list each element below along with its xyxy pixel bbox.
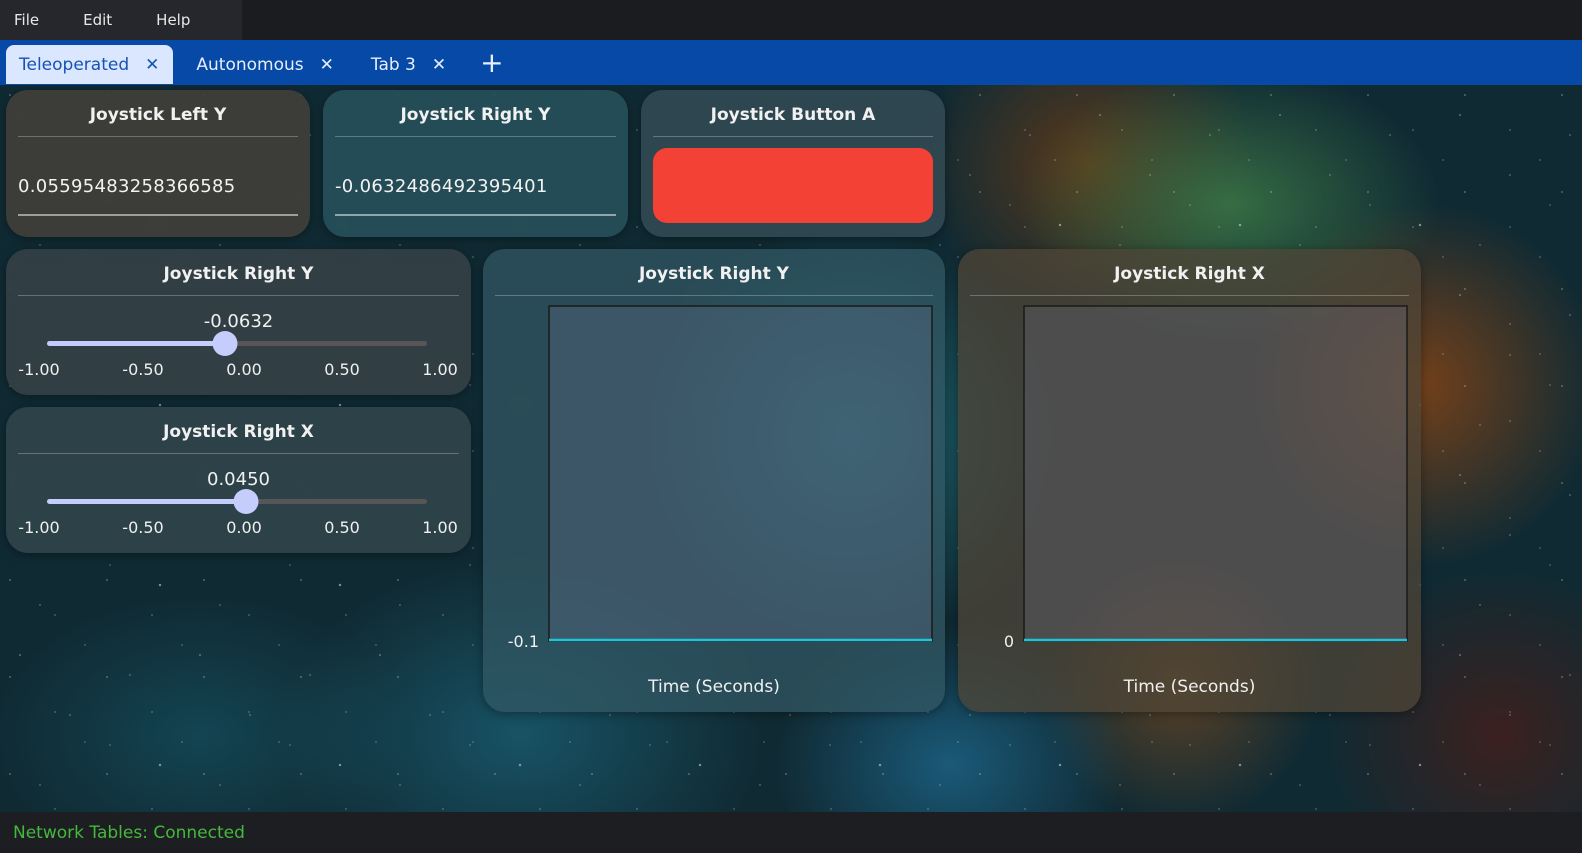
line-chart: 0 xyxy=(1004,305,1408,651)
connection-status: Network Tables: Connected xyxy=(13,822,245,843)
add-tab-icon[interactable]: + xyxy=(480,43,503,82)
tab-label: Teleoperated xyxy=(19,54,130,75)
slider-thumb[interactable] xyxy=(212,331,238,356)
slider-thumb[interactable] xyxy=(233,489,259,514)
close-icon[interactable]: ✕ xyxy=(145,55,159,75)
slider-tick-label: -0.50 xyxy=(122,518,164,537)
menu-bar: File Edit Help xyxy=(0,0,1582,40)
slider-tick-label: 1.00 xyxy=(422,360,458,379)
boolean-indicator xyxy=(653,148,933,223)
slider-track[interactable] xyxy=(47,489,427,514)
menu-file[interactable]: File xyxy=(0,11,39,29)
widget-title: Joystick Right Y xyxy=(163,264,314,284)
slider-ticks: -1.00 -0.50 0.00 0.50 1.00 xyxy=(6,518,471,538)
line-chart: -0.1 xyxy=(508,305,933,651)
divider xyxy=(18,295,459,296)
slider-tick-label: -0.50 xyxy=(122,360,164,379)
menu-edit[interactable]: Edit xyxy=(69,11,112,29)
close-icon[interactable]: ✕ xyxy=(432,55,446,75)
text-underline xyxy=(18,214,298,216)
x-axis-label: Time (Seconds) xyxy=(1123,677,1256,697)
slider-track[interactable] xyxy=(47,331,427,356)
y-tick-label: 0 xyxy=(1004,632,1014,651)
tab-teleoperated[interactable]: Teleoperated ✕ xyxy=(6,45,174,84)
divider xyxy=(653,136,933,137)
status-bar: Network Tables: Connected xyxy=(0,812,1582,853)
slider-value: -0.0632 xyxy=(203,311,274,332)
dashboard-canvas: Joystick Left Y 0.05595483258366585 Joys… xyxy=(0,85,1582,812)
widget-right-x-slider[interactable]: Joystick Right X 0.0450 -1.00 -0.50 0.00 0.… xyxy=(6,407,471,553)
slider-tick-label: -1.00 xyxy=(18,360,60,379)
text-display-value[interactable]: -0.0632486492395401 xyxy=(335,176,616,197)
widget-left-y-text[interactable]: Joystick Left Y 0.05595483258366585 xyxy=(6,90,310,237)
text-display-value[interactable]: 0.05595483258366585 xyxy=(18,176,298,197)
menu-group: File Edit Help xyxy=(0,0,243,40)
widget-right-y-text[interactable]: Joystick Right Y -0.0632486492395401 xyxy=(323,90,628,237)
menu-help[interactable]: Help xyxy=(142,11,190,29)
slider-tick-label: 0.50 xyxy=(324,518,360,537)
tab-label: Autonomous xyxy=(196,54,304,75)
divider xyxy=(18,136,298,137)
widget-right-y-slider[interactable]: Joystick Right Y -0.0632 -1.00 -0.50 0.00 0… xyxy=(6,249,471,395)
tab-label: Tab 3 xyxy=(370,54,416,75)
slider-tick-label: 1.00 xyxy=(422,518,458,537)
widget-button-a[interactable]: Joystick Button A xyxy=(641,90,945,237)
slider-ticks: -1.00 -0.50 0.00 0.50 1.00 xyxy=(6,360,471,380)
text-underline xyxy=(335,214,616,216)
slider-tick-label: 0.50 xyxy=(324,360,360,379)
widget-right-x-graph[interactable]: Joystick Right X 0 Time (Seconds) xyxy=(958,249,1421,712)
plot-area xyxy=(1023,305,1408,642)
divider xyxy=(18,453,459,454)
widget-title: Joystick Right Y xyxy=(400,105,551,125)
widget-title: Joystick Left Y xyxy=(89,105,227,125)
widget-right-y-graph[interactable]: Joystick Right Y -0.1 Time (Seconds) xyxy=(483,249,945,712)
slider-tick-label: 0.00 xyxy=(226,360,262,379)
slider-tick-label: -1.00 xyxy=(18,518,60,537)
widget-title: Joystick Button A xyxy=(710,105,876,125)
close-icon[interactable]: ✕ xyxy=(320,55,334,75)
x-axis-label: Time (Seconds) xyxy=(648,677,780,697)
divider xyxy=(335,136,616,137)
tab-bar: Teleoperated ✕ Autonomous ✕ Tab 3 ✕ + xyxy=(0,40,1582,85)
slider-tick-label: 0.00 xyxy=(226,518,262,537)
slider-fill xyxy=(47,499,246,504)
widget-title: Joystick Right X xyxy=(163,422,314,442)
y-tick-label: -0.1 xyxy=(508,632,539,651)
slider-value: 0.0450 xyxy=(207,469,270,490)
tab-3[interactable]: Tab 3 ✕ xyxy=(358,45,460,84)
slider-fill xyxy=(47,341,225,346)
tab-autonomous[interactable]: Autonomous ✕ xyxy=(183,45,348,84)
plot-area xyxy=(548,305,933,642)
